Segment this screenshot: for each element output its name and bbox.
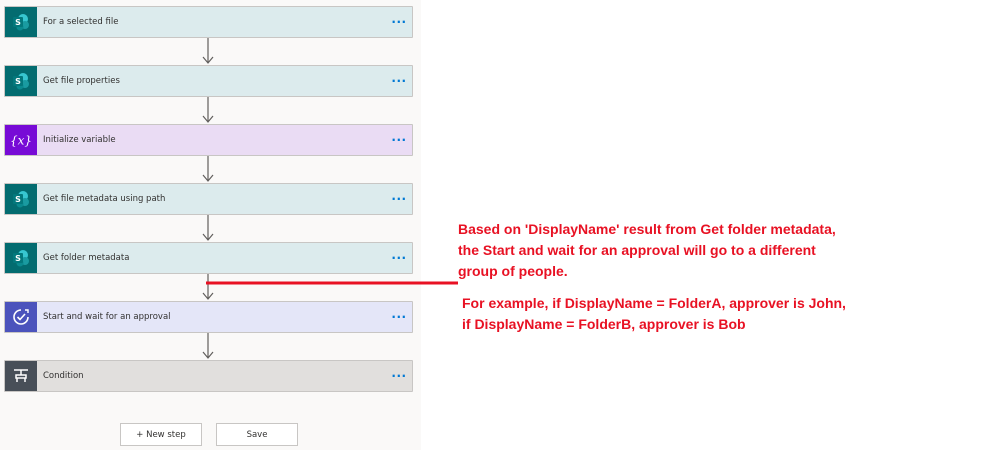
annotation-line: Based on 'DisplayName' result from Get f… xyxy=(458,221,836,237)
annotation-line: For example, if DisplayName = FolderA, a… xyxy=(462,295,846,311)
annotation-text-1: Based on 'DisplayName' result from Get f… xyxy=(458,219,836,282)
annotation-line: group of people. xyxy=(458,263,568,279)
annotation-line: the Start and wait for an approval will … xyxy=(458,242,816,258)
annotation-line: if DisplayName = FolderB, approver is Bo… xyxy=(462,316,746,332)
annotation-text-2: For example, if DisplayName = FolderA, a… xyxy=(462,293,846,335)
